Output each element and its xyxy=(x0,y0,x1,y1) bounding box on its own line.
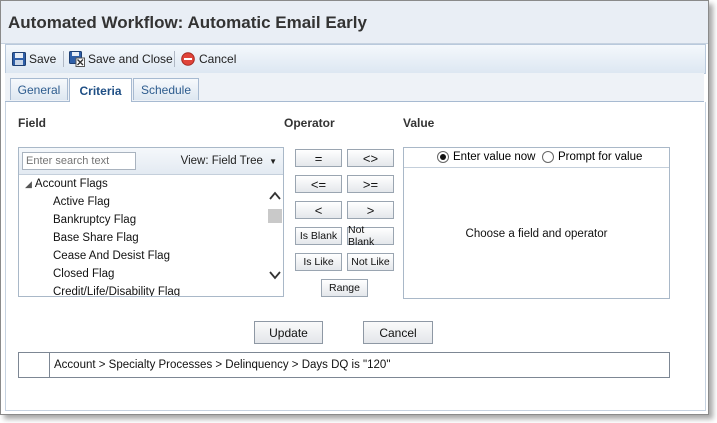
tree-leaf[interactable]: Cease And Desist Flag xyxy=(53,250,170,262)
criteria-result-row[interactable]: Account > Specialty Processes > Delinque… xyxy=(18,352,670,378)
save-close-icon xyxy=(69,51,85,67)
floppy-disk-icon xyxy=(12,52,26,66)
view-dropdown-label: View: Field Tree xyxy=(180,155,263,167)
operator-not-equal-button[interactable]: <> xyxy=(347,149,394,167)
prompt-for-value-label: Prompt for value xyxy=(558,151,643,163)
operator-section-label: Operator xyxy=(284,116,335,130)
operator-lte-button[interactable]: <= xyxy=(295,175,342,193)
operator-lt-button[interactable]: < xyxy=(295,201,342,219)
field-tree-panel: View: Field Tree ▼ ◢Account Flags Active… xyxy=(18,147,284,297)
scroll-up-icon[interactable] xyxy=(267,189,283,203)
tree-node-label: Account Flags xyxy=(34,178,108,190)
cancel-toolbar-label: Cancel xyxy=(199,52,237,66)
toolbar: Save Save and Close Cancel xyxy=(5,44,706,74)
tree-node-account-flags[interactable]: ◢ Account Flags xyxy=(25,178,108,190)
update-button[interactable]: Update xyxy=(254,321,323,344)
field-tree: ◢ Account Flags Active Flag Bankruptcy Fl… xyxy=(19,175,267,296)
cancel-button[interactable]: Cancel xyxy=(363,321,433,344)
tab-schedule[interactable]: Schedule xyxy=(133,78,199,100)
operator-range-button[interactable]: Range xyxy=(321,279,368,297)
scroll-down-icon[interactable] xyxy=(267,268,283,282)
toolbar-separator xyxy=(174,51,175,67)
workflow-window: Automated Workflow: Automatic Email Earl… xyxy=(0,0,709,415)
operator-gt-button[interactable]: > xyxy=(347,201,394,219)
title-bar: Automated Workflow: Automatic Email Earl… xyxy=(1,1,708,44)
view-field-tree-dropdown[interactable]: View: Field Tree ▼ xyxy=(181,155,277,167)
collapse-triangle-icon: ◢ xyxy=(25,179,32,189)
enter-value-now-radio[interactable]: Enter value now xyxy=(437,151,535,163)
criteria-expression: Account > Specialty Processes > Delinque… xyxy=(54,359,391,371)
save-and-close-label: Save and Close xyxy=(88,52,173,66)
criteria-row-selector[interactable] xyxy=(19,353,50,377)
operator-not-like-button[interactable]: Not Like xyxy=(347,253,394,271)
value-section-label: Value xyxy=(403,116,435,130)
tab-criteria[interactable]: Criteria xyxy=(69,78,132,102)
tree-leaf[interactable]: Closed Flag xyxy=(53,268,114,280)
operator-is-like-button[interactable]: Is Like xyxy=(295,253,342,271)
field-section-label: Field xyxy=(18,116,47,130)
prompt-for-value-radio[interactable]: Prompt for value xyxy=(542,151,642,163)
operator-not-blank-button[interactable]: Not Blank xyxy=(347,224,394,248)
save-button[interactable]: Save xyxy=(12,50,56,68)
tree-leaf[interactable]: Active Flag xyxy=(53,196,110,208)
tree-leaf[interactable]: Bankruptcy Flag xyxy=(53,214,136,226)
tab-general[interactable]: General xyxy=(10,78,68,100)
value-panel: Enter value now Prompt for value Choose … xyxy=(403,147,670,299)
cancel-toolbar-button[interactable]: Cancel xyxy=(181,50,236,68)
radio-selected-icon xyxy=(437,151,449,163)
field-tree-scrollbar[interactable] xyxy=(267,175,283,296)
operator-gte-button[interactable]: >= xyxy=(347,175,394,193)
value-mode-selector: Enter value now Prompt for value xyxy=(404,148,669,168)
save-and-close-button[interactable]: Save and Close xyxy=(69,50,173,68)
radio-unselected-icon xyxy=(542,151,554,163)
tree-leaf[interactable]: Base Share Flag xyxy=(53,232,139,244)
operator-equals-button[interactable]: = xyxy=(295,149,342,167)
save-button-label: Save xyxy=(29,52,57,66)
tab-bar: General Criteria Schedule xyxy=(5,73,704,102)
enter-value-now-label: Enter value now xyxy=(453,151,536,163)
operator-is-blank-button[interactable]: Is Blank xyxy=(295,227,342,245)
cancel-circle-icon xyxy=(181,52,195,66)
toolbar-separator xyxy=(63,51,64,67)
window-title: Automated Workflow: Automatic Email Earl… xyxy=(8,13,367,32)
scrollbar-thumb[interactable] xyxy=(268,209,282,223)
dropdown-arrow-icon: ▼ xyxy=(269,157,277,166)
value-placeholder-message: Choose a field and operator xyxy=(465,228,608,240)
field-search-input[interactable] xyxy=(22,152,136,170)
tree-leaf[interactable]: Credit/Life/Disability Flag xyxy=(53,286,180,296)
field-panel-header: View: Field Tree ▼ xyxy=(19,148,283,175)
